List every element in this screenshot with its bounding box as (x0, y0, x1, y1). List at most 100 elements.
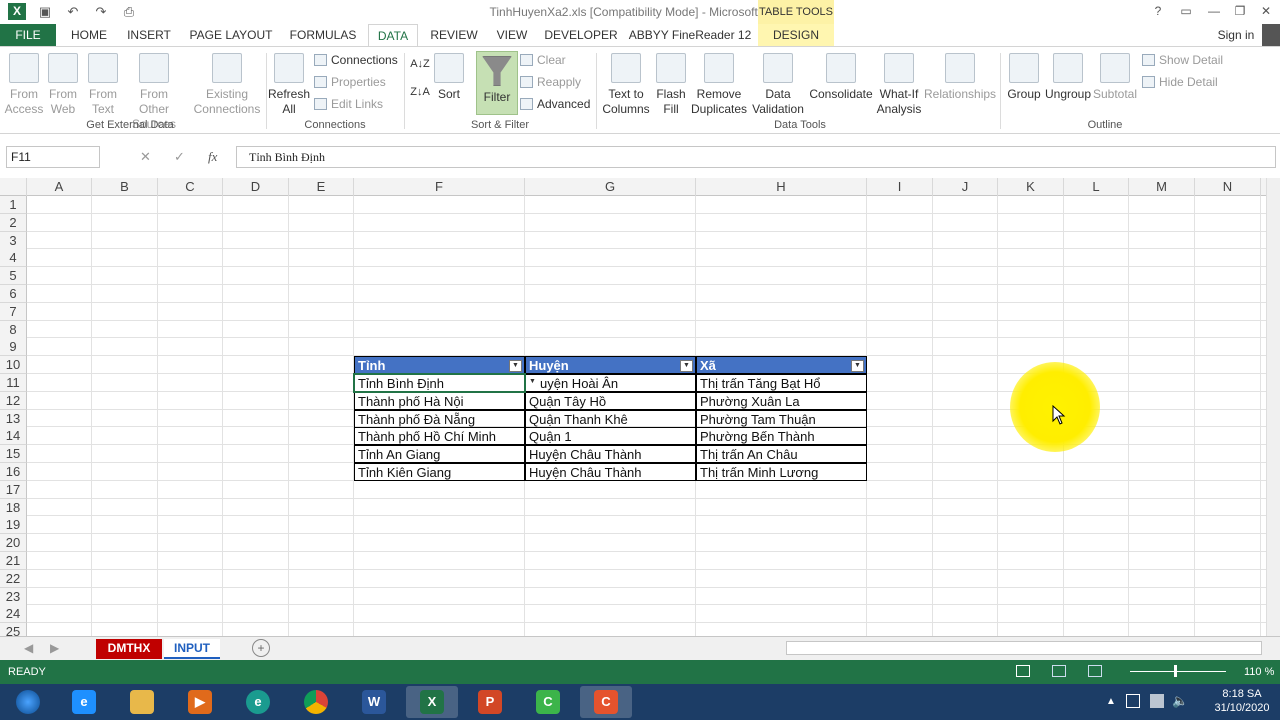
restore-icon[interactable]: ❐ (1228, 2, 1252, 20)
filter-button[interactable]: Filter (476, 51, 518, 115)
sign-in-link[interactable]: Sign in (1210, 24, 1262, 46)
volume-icon[interactable]: 🔈 (1172, 693, 1188, 709)
refresh-all-button[interactable]: Refresh All (268, 53, 310, 117)
table-header-cell[interactable]: Xã ▼ (696, 356, 867, 375)
formula-input[interactable]: Tỉnh Bình Định (236, 146, 1276, 168)
reapply-button[interactable]: Reapply (520, 75, 581, 89)
column-header[interactable]: E (289, 178, 354, 196)
clear-filter-button[interactable]: Clear (520, 53, 566, 67)
start-icon[interactable] (2, 686, 54, 718)
tray-flag-icon[interactable] (1126, 694, 1140, 708)
table-cell[interactable]: Phường Xuân La (696, 391, 867, 410)
word-icon[interactable]: W (348, 686, 400, 718)
table-cell[interactable]: Thành phố Đà Nẵng (354, 409, 525, 428)
column-header[interactable]: M (1129, 178, 1195, 196)
tab-page-layout[interactable]: PAGE LAYOUT (186, 24, 276, 46)
row-header[interactable]: 1 (0, 196, 27, 214)
tab-formulas[interactable]: FORMULAS (284, 24, 362, 46)
table-cell[interactable]: Thị trấn Tăng Bạt Hổ (696, 374, 867, 392)
ribbon-display-icon[interactable]: ▭ (1174, 2, 1198, 20)
table-cell[interactable]: Quận 1 (525, 427, 696, 446)
network-icon[interactable] (1150, 694, 1164, 708)
horizontal-scrollbar[interactable] (786, 641, 1262, 655)
sort-za-button[interactable]: Z↓A (410, 85, 430, 100)
row-header[interactable]: 14 (0, 427, 27, 446)
row-header[interactable]: 13 (0, 409, 27, 428)
table-header-cell[interactable]: Huyện ▼ (525, 356, 696, 375)
row-header[interactable]: 12 (0, 391, 27, 410)
consolidate-button[interactable]: Consolidate (808, 53, 874, 102)
table-cell[interactable]: Tỉnh Kiên Giang (354, 463, 525, 481)
camtasia-rec-icon[interactable]: C (580, 686, 632, 718)
cancel-icon[interactable]: ✕ (140, 149, 151, 165)
validation-dropdown-icon[interactable]: ▼ (526, 377, 539, 389)
row-header[interactable]: 20 (0, 534, 27, 553)
tab-review[interactable]: REVIEW (424, 24, 484, 46)
page-break-view-icon[interactable] (1088, 665, 1102, 677)
relationships-button[interactable]: Relationships (924, 53, 996, 102)
from-text-button[interactable]: From Text (84, 53, 122, 117)
show-detail-button[interactable]: Show Detail (1142, 53, 1223, 67)
column-header[interactable]: G (525, 178, 696, 196)
media-icon[interactable]: ▶ (174, 686, 226, 718)
connections-button[interactable]: Connections (314, 53, 398, 67)
column-header[interactable]: B (92, 178, 158, 196)
row-header[interactable]: 16 (0, 463, 27, 481)
existing-connections-button[interactable]: Existing Connections (192, 53, 262, 117)
row-header[interactable]: 5 (0, 267, 27, 286)
tab-file[interactable]: FILE (0, 24, 56, 46)
row-header[interactable]: 22 (0, 569, 27, 588)
row-header[interactable]: 7 (0, 302, 27, 321)
account-avatar[interactable] (1262, 24, 1280, 46)
table-cell[interactable]: Phường Bến Thành (696, 427, 867, 446)
row-header[interactable]: 25 (0, 623, 27, 636)
table-cell[interactable]: Phường Tam Thuận (696, 409, 867, 428)
table-header-cell[interactable]: Tỉnh ▼ (354, 356, 525, 375)
column-header[interactable]: H (696, 178, 867, 196)
edge-icon[interactable]: e (232, 686, 284, 718)
row-header[interactable]: 18 (0, 498, 27, 517)
explorer-icon[interactable] (116, 686, 168, 718)
table-cell[interactable]: Huyện Châu Thành (525, 463, 696, 481)
tab-view[interactable]: VIEW (490, 24, 534, 46)
row-header[interactable]: 15 (0, 445, 27, 464)
row-header[interactable]: 2 (0, 213, 27, 232)
row-header[interactable]: 21 (0, 552, 27, 570)
column-header[interactable]: J (933, 178, 998, 196)
table-cell[interactable]: Thành phố Hà Nội (354, 391, 525, 410)
flash-fill-button[interactable]: Flash Fill (652, 53, 690, 117)
row-header[interactable]: 3 (0, 231, 27, 250)
text-to-columns-button[interactable]: Text to Columns (600, 53, 652, 117)
minimize-icon[interactable]: — (1202, 2, 1226, 20)
zoom-level[interactable]: 110 % (1244, 666, 1274, 678)
column-header[interactable]: D (223, 178, 289, 196)
table-cell[interactable]: Thành phố Hồ Chí Minh (354, 427, 525, 446)
name-box[interactable]: F11 (6, 146, 100, 168)
camtasia-icon[interactable]: C (522, 686, 574, 718)
hide-detail-button[interactable]: Hide Detail (1142, 75, 1218, 89)
filter-dropdown-icon[interactable]: ▼ (851, 360, 864, 373)
column-header[interactable]: N (1195, 178, 1261, 196)
row-header[interactable]: 23 (0, 587, 27, 606)
edit-links-button[interactable]: Edit Links (314, 97, 383, 111)
add-sheet-icon[interactable]: + (252, 639, 270, 657)
table-cell[interactable]: Quận Tây Hồ (525, 391, 696, 410)
help-icon[interactable]: ? (1146, 2, 1170, 20)
close-icon[interactable]: ✕ (1254, 2, 1278, 20)
remove-duplicates-button[interactable]: Remove Duplicates (690, 53, 748, 117)
sort-az-button[interactable]: A↓Z (410, 57, 430, 72)
column-header[interactable]: I (867, 178, 933, 196)
enter-icon[interactable]: ✓ (174, 149, 185, 165)
zoom-slider[interactable] (1130, 671, 1226, 672)
row-header[interactable]: 6 (0, 285, 27, 303)
sort-button[interactable]: Sort (432, 53, 466, 102)
sheet-tab-dmthx[interactable]: DMTHX (96, 639, 162, 659)
tab-data[interactable]: DATA (368, 24, 418, 46)
filter-dropdown-icon[interactable]: ▼ (509, 360, 522, 373)
select-all-corner[interactable] (0, 178, 27, 196)
tab-abbyy[interactable]: ABBYY FineReader 12 (628, 24, 752, 46)
normal-view-icon[interactable] (1016, 665, 1030, 677)
row-header[interactable]: 9 (0, 338, 27, 357)
next-sheet-icon[interactable]: ▶ (50, 641, 59, 655)
row-header[interactable]: 8 (0, 320, 27, 339)
